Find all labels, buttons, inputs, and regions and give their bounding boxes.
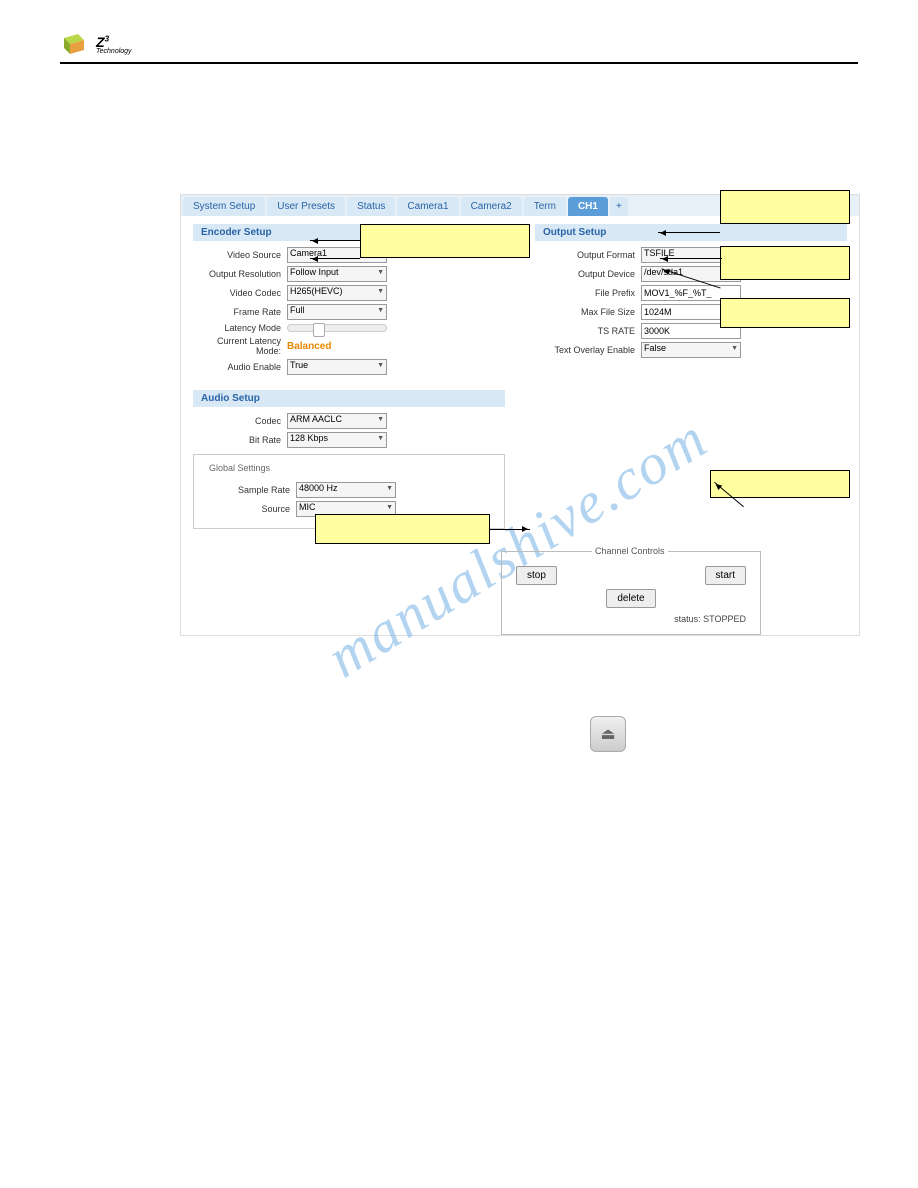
callout-box-6 [315, 514, 490, 544]
sample-rate-select[interactable]: 48000 Hz [296, 482, 396, 498]
left-column: Encoder Setup Video SourceCamera1 Output… [193, 224, 505, 529]
logo-icon [60, 30, 88, 58]
channel-controls-legend: Channel Controls [592, 546, 668, 556]
callout-box-1 [360, 224, 530, 258]
latency-mode-label: Latency Mode [193, 323, 281, 333]
text-overlay-label: Text Overlay Enable [535, 345, 635, 355]
audio-enable-label: Audio Enable [193, 362, 281, 372]
status-text: status: STOPPED [516, 614, 746, 624]
text-overlay-select[interactable]: False [641, 342, 741, 358]
audio-setup-head: Audio Setup [193, 390, 505, 407]
max-file-size-label: Max File Size [535, 307, 635, 317]
callout-box-5 [710, 470, 850, 498]
tab-add[interactable]: + [610, 197, 628, 216]
sample-rate-label: Sample Rate [202, 485, 290, 495]
callout-box-2 [720, 190, 850, 224]
arrow-4 [660, 258, 722, 259]
tab-ch1[interactable]: CH1 [568, 197, 608, 216]
frame-rate-select[interactable]: Full [287, 304, 387, 320]
audio-codec-select[interactable]: ARM AACLC [287, 413, 387, 429]
arrow-3 [658, 232, 720, 233]
tab-camera1[interactable]: Camera1 [397, 197, 458, 216]
brand-text: Z3 Technology [96, 34, 132, 54]
bit-rate-select[interactable]: 128 Kbps [287, 432, 387, 448]
brand-sup: 3 [105, 34, 109, 43]
tab-user-presets[interactable]: User Presets [267, 197, 345, 216]
brand-sub: Technology [96, 50, 132, 54]
channel-controls: Channel Controls stop start delete statu… [501, 551, 761, 635]
start-button[interactable]: start [705, 566, 746, 585]
video-codec-label: Video Codec [193, 288, 281, 298]
audio-enable-select[interactable]: True [287, 359, 387, 375]
arrow-7 [490, 529, 530, 530]
global-settings-legend: Global Settings [206, 463, 273, 473]
arrow-2 [310, 258, 360, 259]
ts-rate-label: TS RATE [535, 326, 635, 336]
page-header: Z3 Technology [60, 30, 858, 64]
audio-codec-label: Codec [193, 416, 281, 426]
tab-system-setup[interactable]: System Setup [183, 197, 265, 216]
arrow-1 [310, 240, 360, 241]
video-codec-select[interactable]: H265(HEVC) [287, 285, 387, 301]
eject-button[interactable]: ⏏ [590, 716, 626, 752]
stop-button[interactable]: stop [516, 566, 557, 585]
output-format-label: Output Format [535, 250, 635, 260]
tab-term[interactable]: Term [524, 197, 566, 216]
current-latency-label: Current Latency Mode: [193, 336, 281, 356]
callout-box-3 [720, 246, 850, 280]
bit-rate-label: Bit Rate [193, 435, 281, 445]
video-source-label: Video Source [193, 250, 281, 260]
tab-camera2[interactable]: Camera2 [461, 197, 522, 216]
output-resolution-label: Output Resolution [193, 269, 281, 279]
latency-slider[interactable] [287, 324, 387, 332]
output-resolution-select[interactable]: Follow Input [287, 266, 387, 282]
output-device-label: Output Device [535, 269, 635, 279]
callout-box-4 [720, 298, 850, 328]
file-prefix-label: File Prefix [535, 288, 635, 298]
frame-rate-label: Frame Rate [193, 307, 281, 317]
delete-button[interactable]: delete [606, 589, 655, 608]
audio-source-label: Source [202, 504, 290, 514]
current-latency-value: Balanced [287, 341, 331, 352]
tab-status[interactable]: Status [347, 197, 395, 216]
